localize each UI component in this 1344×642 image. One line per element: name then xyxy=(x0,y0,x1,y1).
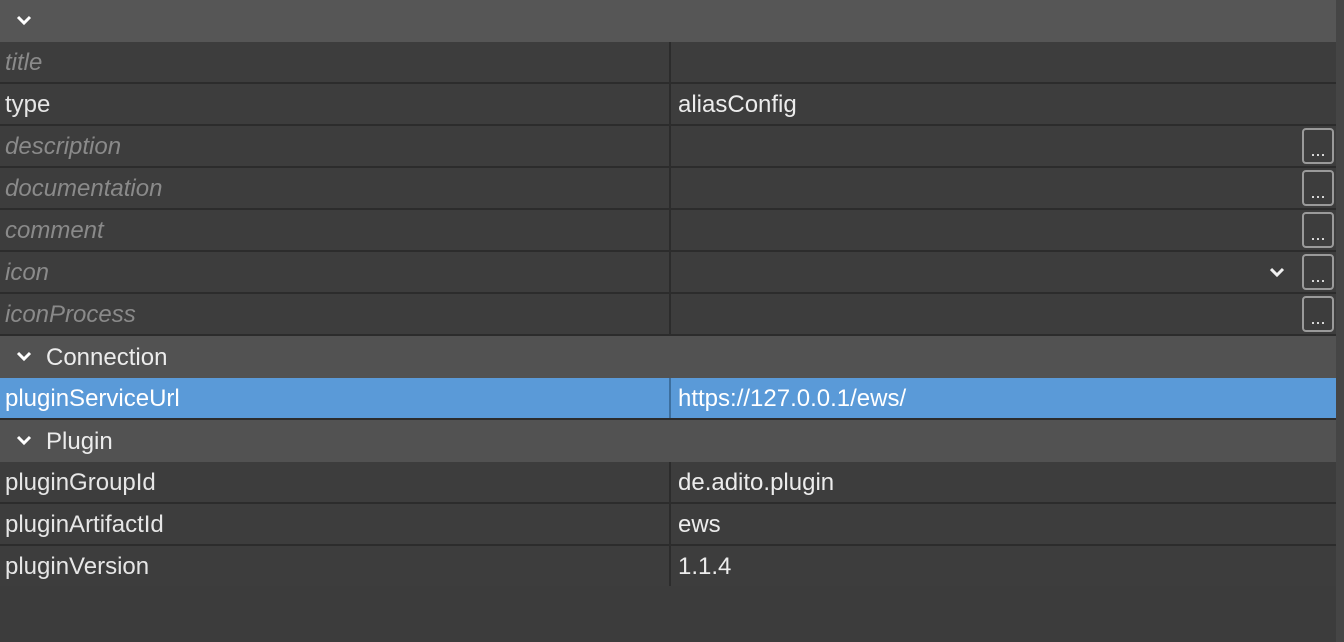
column-divider[interactable] xyxy=(669,462,671,502)
empty-area xyxy=(0,586,1336,642)
property-name: title xyxy=(5,49,43,76)
property-value[interactable]: 1.1.4 xyxy=(678,546,1278,586)
group-header-connection[interactable]: Connection xyxy=(0,336,1336,378)
group-label: Plugin xyxy=(46,428,113,455)
scrollbar-track[interactable] xyxy=(1336,0,1344,642)
property-name: pluginServiceUrl xyxy=(5,385,180,412)
property-name: description xyxy=(5,133,122,160)
property-name: iconProcess xyxy=(5,301,136,328)
property-name: type xyxy=(5,91,51,118)
group-label: Connection xyxy=(46,344,168,371)
property-name: pluginVersion xyxy=(5,553,150,580)
property-value[interactable] xyxy=(678,210,1278,250)
property-row-pluginartifactid[interactable]: pluginArtifactId ews xyxy=(0,504,1336,546)
property-row-comment[interactable]: comment ... xyxy=(0,210,1336,252)
column-divider[interactable] xyxy=(669,126,671,166)
edit-comment-button[interactable]: ... xyxy=(1302,212,1334,248)
chevron-down-icon[interactable] xyxy=(14,430,34,450)
edit-icon-button[interactable]: ... xyxy=(1302,254,1334,290)
property-name: icon xyxy=(5,259,50,286)
column-divider[interactable] xyxy=(669,546,671,586)
property-name: pluginGroupId xyxy=(5,469,156,496)
property-row-documentation[interactable]: documentation ... xyxy=(0,168,1336,210)
column-divider[interactable] xyxy=(669,42,671,82)
dropdown-arrow-icon[interactable] xyxy=(1266,263,1288,283)
property-value[interactable]: ews xyxy=(678,504,1278,544)
property-value[interactable]: aliasConfig xyxy=(678,84,1278,124)
column-divider[interactable] xyxy=(669,294,671,334)
edit-iconprocess-button[interactable]: ... xyxy=(1302,296,1334,332)
group-header-plugin[interactable]: Plugin xyxy=(0,420,1336,462)
column-divider[interactable] xyxy=(669,252,671,292)
column-divider[interactable] xyxy=(669,84,671,124)
property-name: documentation xyxy=(5,175,163,202)
property-value[interactable] xyxy=(678,126,1278,166)
edit-documentation-button[interactable]: ... xyxy=(1302,170,1334,206)
property-sheet: title type aliasConfig description ... d… xyxy=(0,0,1344,642)
property-value[interactable] xyxy=(678,252,1278,292)
property-row-title[interactable]: title xyxy=(0,42,1336,84)
property-row-plugingroupid[interactable]: pluginGroupId de.adito.plugin xyxy=(0,462,1336,504)
property-value[interactable] xyxy=(678,294,1278,334)
property-row-iconprocess[interactable]: iconProcess ... xyxy=(0,294,1336,336)
property-value[interactable] xyxy=(678,42,1278,82)
property-name: pluginArtifactId xyxy=(5,511,164,538)
chevron-down-icon[interactable] xyxy=(14,346,34,366)
property-row-icon[interactable]: icon ... xyxy=(0,252,1336,294)
edit-description-button[interactable]: ... xyxy=(1302,128,1334,164)
property-row-pluginserviceurl[interactable]: pluginServiceUrl https://127.0.0.1/ews/ xyxy=(0,378,1336,420)
property-row-pluginversion[interactable]: pluginVersion 1.1.4 xyxy=(0,546,1336,588)
property-row-type[interactable]: type aliasConfig xyxy=(0,84,1336,126)
column-divider[interactable] xyxy=(669,168,671,208)
property-value[interactable] xyxy=(678,168,1278,208)
column-divider[interactable] xyxy=(669,504,671,544)
chevron-down-icon[interactable] xyxy=(14,10,34,30)
property-row-description[interactable]: description ... xyxy=(0,126,1336,168)
group-header-general[interactable] xyxy=(0,0,1336,42)
column-divider[interactable] xyxy=(669,378,671,418)
property-name: comment xyxy=(5,217,104,244)
property-value[interactable]: de.adito.plugin xyxy=(678,462,1278,502)
column-divider[interactable] xyxy=(669,210,671,250)
property-value[interactable]: https://127.0.0.1/ews/ xyxy=(678,378,1278,418)
